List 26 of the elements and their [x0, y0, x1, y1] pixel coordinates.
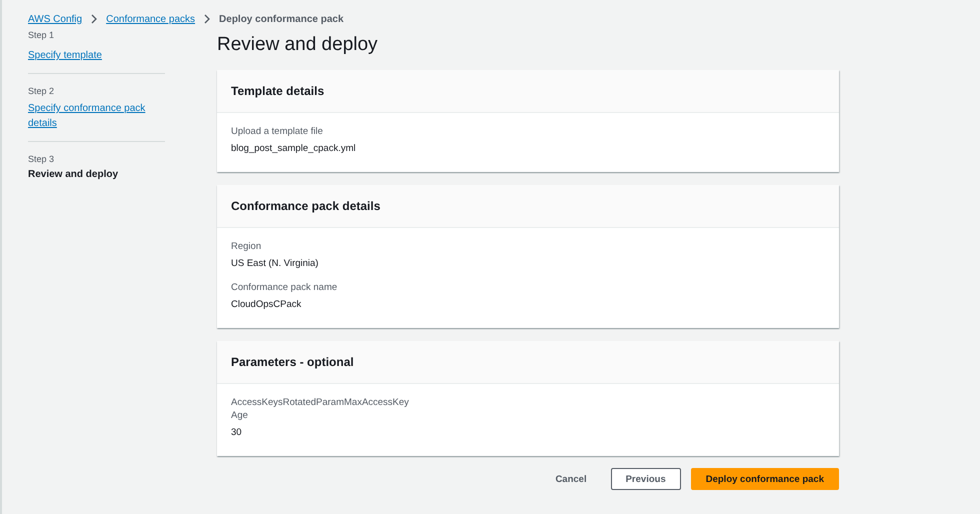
breadcrumb-link[interactable]: AWS Config	[28, 14, 82, 24]
panel-title: Template details	[231, 84, 324, 98]
field-label: Conformance pack name	[231, 281, 338, 294]
chevron-right-icon	[90, 14, 98, 24]
step-number: Step 1	[28, 30, 56, 40]
current-step-title: Review and deploy	[28, 169, 120, 180]
panel-title: Parameters - optional	[231, 355, 354, 369]
panel-title: Conformance pack details	[231, 199, 380, 213]
breadcrumb-link[interactable]: Conformance packs	[106, 14, 196, 24]
field-value: 30	[231, 427, 243, 438]
field-value: US East (N. Virginia)	[231, 258, 320, 269]
breadcrumb-current: Deploy conformance pack	[219, 14, 344, 24]
field-label: AccessKeysRotatedParamMaxAccessKeyAge	[231, 396, 410, 422]
step-link[interactable]: Specify template	[28, 48, 102, 63]
chevron-right-icon	[203, 14, 212, 24]
step-number: Step 3	[28, 154, 56, 164]
step-number: Step 2	[28, 86, 56, 96]
step-link[interactable]: Specify conformance pack details	[28, 101, 165, 131]
field-value: blog_post_sample_cpack.yml	[231, 143, 357, 154]
field-label: Upload a template file	[231, 125, 324, 138]
previous-button[interactable]: Previous	[610, 468, 681, 490]
page-title: Review and deploy	[217, 34, 379, 56]
field-label: Region	[231, 240, 262, 253]
deploy-button[interactable]: Deploy conformance pack	[690, 468, 839, 490]
cancel-button[interactable]: Cancel	[541, 468, 601, 490]
field-value: CloudOpsCPack	[231, 299, 302, 310]
